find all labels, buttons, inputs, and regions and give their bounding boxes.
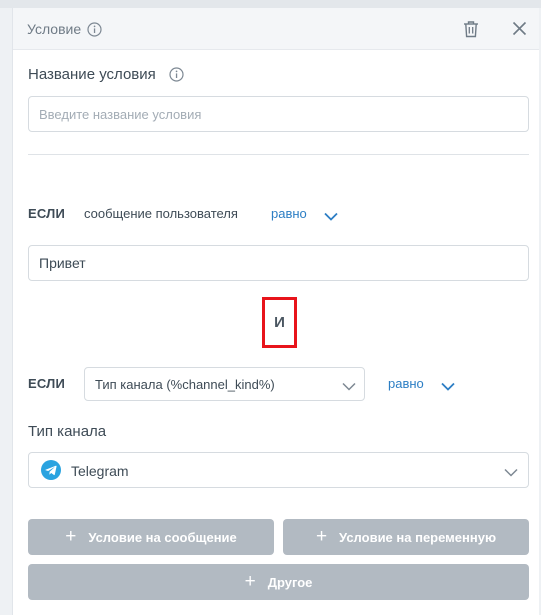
condition-subject: сообщение пользователя [84,206,238,221]
add-other-condition-button[interactable]: + Другое [28,564,529,600]
operator-dropdown[interactable]: равно [388,376,424,391]
condition-panel: Условие Название условия ЕСЛИ сообщение … [12,8,539,615]
telegram-icon [41,460,61,485]
condition-name-input[interactable] [28,96,529,132]
if-label: ЕСЛИ [28,376,66,391]
select-value: Telegram [71,463,129,479]
info-icon[interactable] [169,67,184,87]
if-label: ЕСЛИ [28,206,66,221]
button-label: Другое [267,574,313,590]
plus-icon: + [65,525,77,547]
info-icon[interactable] [87,22,102,42]
plus-icon: + [244,570,256,592]
add-variable-condition-button[interactable]: + Условие на переменную [283,519,529,555]
panel-title: Условие [27,21,82,37]
condition-value-input[interactable] [28,245,529,281]
condition-subject-select[interactable]: Тип канала (%channel_kind%) [84,367,365,401]
and-connector-label[interactable]: И [274,314,285,331]
chevron-down-icon[interactable] [441,378,455,396]
close-icon[interactable] [512,21,527,41]
button-label: Условие на сообщение [88,529,237,545]
add-message-condition-button[interactable]: + Условие на сообщение [28,519,274,555]
select-value: Тип канала (%channel_kind%) [95,377,275,392]
condition-name-label: Название условия [28,66,156,83]
operator-dropdown[interactable]: равно [271,206,307,221]
window-top-strip [0,0,541,8]
and-connector-highlight: И [262,297,297,348]
chevron-down-icon [342,378,356,396]
panel-header: Условие [13,8,539,50]
button-label: Условие на переменную [339,529,497,545]
channel-type-select[interactable]: Telegram [28,452,529,488]
plus-icon: + [315,525,328,547]
channel-type-label: Тип канала [28,423,107,440]
chevron-down-icon [504,464,518,482]
section-divider [28,154,529,155]
chevron-down-icon[interactable] [324,208,338,226]
trash-icon[interactable] [463,20,479,43]
